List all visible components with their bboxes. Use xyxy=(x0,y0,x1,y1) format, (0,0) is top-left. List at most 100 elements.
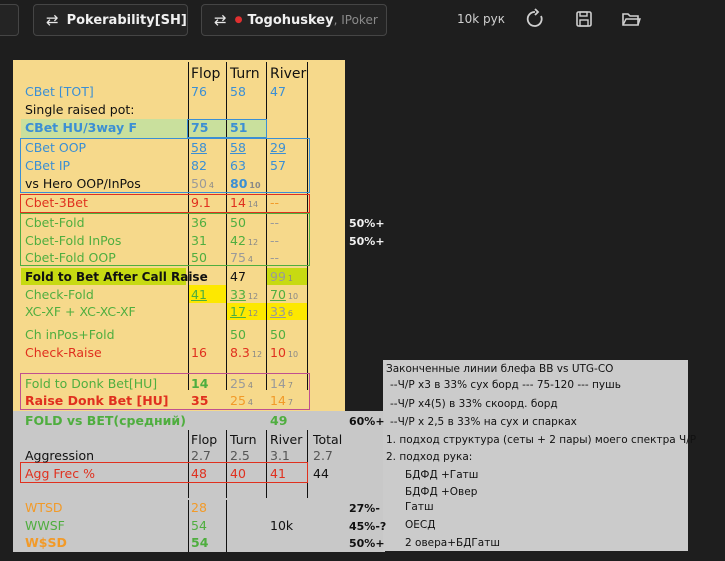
cbet-ip-label: CBet IP xyxy=(25,158,71,173)
check-raise-river: 10 10 xyxy=(270,345,299,360)
agg-header-river: River xyxy=(270,432,303,447)
check-fold-river: 70 10 xyxy=(270,287,299,302)
agg-frec-turn: 40 xyxy=(230,466,246,481)
cbet-tot-flop: 76 xyxy=(191,84,207,99)
cbet-ip-turn: 63 xyxy=(230,158,246,173)
xf-turn: 17 12 xyxy=(230,304,259,319)
ch-inpos-fold-label: Ch inPos+Fold xyxy=(25,327,115,342)
header-flop: Flop xyxy=(191,66,221,82)
check-raise-label: Check-Raise xyxy=(25,345,102,360)
cbet-fold-oop-turn: 75 4 xyxy=(230,250,253,265)
raise-donk-flop: 35 xyxy=(191,393,209,408)
cbet-fold-label: Cbet-Fold xyxy=(25,215,85,230)
fold-call-raise-river: 99 1 xyxy=(270,269,293,284)
vs-hero-turn: 80 10 xyxy=(230,176,261,191)
cbet-3bet-turn: 14 14 xyxy=(230,195,259,210)
check-raise-flop: 16 xyxy=(191,345,207,360)
cbet-fold-oop-label: Cbet-Fold OOP xyxy=(25,250,116,265)
cbet-fold-inpos-turn: 42 12 xyxy=(230,233,259,248)
cbet-tot-river: 47 xyxy=(270,84,286,99)
grid-line xyxy=(226,500,227,552)
wwsf-value: 54 xyxy=(191,518,207,533)
fold-donk-label: Fold to Donk Bet[HU] xyxy=(25,376,158,391)
check-fold-flop: 41 xyxy=(191,287,207,302)
cbet-oop-turn: 58 xyxy=(230,140,246,155)
xf-label: XC-XF + XC-XC-XF xyxy=(25,304,136,319)
ch-inpos-fold-river: 50 xyxy=(270,327,286,342)
cbet-3bet-flop: 9.1 xyxy=(191,195,211,210)
notes-hand-2: БДФД +Овер xyxy=(405,486,478,498)
wtsd-note: 27%- xyxy=(349,502,380,515)
xf-river: 33 6 xyxy=(270,304,293,319)
cbet-ip-flop: 82 xyxy=(191,158,207,173)
wsd-label: W$SD xyxy=(25,535,67,550)
wwsf-label: WWSF xyxy=(25,518,65,533)
agg-frec-river: 41 xyxy=(270,466,286,481)
opponent-network-sep: , xyxy=(333,13,342,27)
wwsf-note: 45%-? xyxy=(349,520,387,533)
vs-hero-flop: 50 4 xyxy=(191,176,214,191)
status-dot-icon: ● xyxy=(234,15,243,25)
wtsd-label: WTSD xyxy=(25,500,63,515)
cbet-fold-river: -- xyxy=(270,215,280,230)
notes-line-1: --Ч/Р х3 в 33% сух борд --- 75-120 --- п… xyxy=(390,379,621,391)
header-river: River xyxy=(270,66,307,82)
swap-icon: ⇄ xyxy=(46,11,59,29)
cbet-tot-label: CBet [TOT] xyxy=(25,84,94,99)
cbet-3bet-river: -- xyxy=(270,195,280,210)
notes-title: Законченные линии блефа BB vs UTG-CO xyxy=(386,363,614,375)
fold-call-raise-label: Fold to Bet After Call Raise xyxy=(25,270,208,284)
fold-donk-flop: 14 xyxy=(191,376,209,391)
opponent-name: Togohuskey xyxy=(247,12,334,28)
cbet-fold-note: 50%+ xyxy=(349,217,385,230)
raise-donk-turn: 25 4 xyxy=(230,393,253,408)
refresh-icon[interactable] xyxy=(524,8,546,30)
cbet-fold-flop: 36 xyxy=(191,215,207,230)
cbet-hu-turn: 51 xyxy=(230,120,248,135)
wwsf-extra: 10k xyxy=(270,518,294,533)
agg-header-flop: Flop xyxy=(191,432,218,447)
left-edge-button[interactable] xyxy=(0,4,19,36)
raise-donk-river: 14 7 xyxy=(270,393,293,408)
cbet-fold-oop-river: -- xyxy=(270,250,280,265)
folder-icon[interactable] xyxy=(620,8,642,30)
cbet-oop-flop: 58 xyxy=(191,140,207,155)
cbet-3bet-label: Cbet-3Bet xyxy=(25,195,88,210)
toolbar: ⇄ Pokerability[SH] ⇄ ● Togohuskey, IPoke… xyxy=(0,0,725,42)
opponent-button[interactable]: ⇄ ● Togohuskey, IPoker xyxy=(201,4,387,36)
notes-hand-5: 2 овера+БДГатш xyxy=(405,537,500,549)
check-fold-label: Check-Fold xyxy=(25,287,94,302)
cbet-fold-inpos-note: 50%+ xyxy=(349,235,385,248)
agg-frec-flop: 48 xyxy=(191,466,207,481)
cbet-oop-river: 29 xyxy=(270,140,286,155)
swap-icon: ⇄ xyxy=(214,11,227,29)
save-icon[interactable] xyxy=(573,8,595,30)
aggression-total: 2.7 xyxy=(313,448,333,463)
check-raise-turn: 8.3 12 xyxy=(230,345,263,360)
cbet-fold-inpos-flop: 31 xyxy=(191,233,207,248)
aggression-flop: 2.7 xyxy=(191,448,211,463)
notes-hand-3: Гатш xyxy=(405,501,434,513)
cbet-hu-flop: 75 xyxy=(191,120,209,135)
cbet-oop-label: CBet OOP xyxy=(25,140,87,155)
cbet-fold-turn: 50 xyxy=(230,215,246,230)
fold-donk-turn: 25 4 xyxy=(230,376,253,391)
agg-header-total: Total xyxy=(313,432,343,447)
agg-frec-label: Agg Frec % xyxy=(25,466,95,481)
fold-donk-river: 14 7 xyxy=(270,376,293,391)
player-label: Pokerability[SH] xyxy=(66,12,187,28)
fold-vs-bet-note: 60%+ xyxy=(349,415,385,428)
fold-vs-bet-turn: 49 xyxy=(270,413,288,428)
player-button[interactable]: ⇄ Pokerability[SH] xyxy=(33,4,188,36)
wtsd-value: 28 xyxy=(191,500,207,515)
cbet-hu-label: CBet HU/3way F xyxy=(25,120,138,135)
cbet-tot-turn: 58 xyxy=(230,84,246,99)
cbet-fold-inpos-river: -- xyxy=(270,233,280,248)
cbet-fold-inpos-label: Cbet-Fold InPos xyxy=(25,233,122,248)
ch-inpos-fold-turn: 50 xyxy=(230,327,246,342)
notes-line-5: 2. подход рука: xyxy=(386,451,473,463)
fold-vs-bet-label: FOLD vs BET(средний) xyxy=(25,413,186,428)
notes-hand-4: ОЕСД xyxy=(405,519,436,531)
aggression-turn: 2.5 xyxy=(230,448,250,463)
check-fold-turn: 33 12 xyxy=(230,287,259,302)
